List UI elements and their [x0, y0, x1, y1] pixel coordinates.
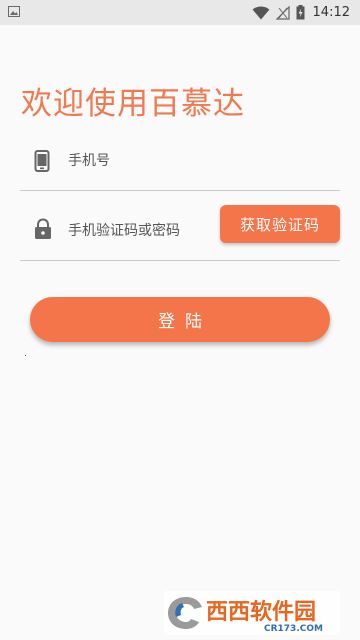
watermark-url-text: CR173.COM [264, 624, 323, 634]
status-time: 14:12 [312, 5, 350, 20]
code-field-row: 获取验证码 [20, 200, 340, 261]
svg-text:西西软件园: 西西软件园 [206, 599, 316, 625]
stray-dot [25, 355, 26, 356]
svg-text:CR173.COM: CR173.COM [264, 624, 323, 634]
image-notification-icon [8, 6, 20, 17]
status-icons: 14:12 [252, 0, 350, 25]
watermark-logo: 西西软件园 CR173.COM [164, 591, 340, 635]
watermark-brand-text: 西西软件园 [206, 599, 316, 625]
lock-icon [35, 218, 51, 239]
phone-field-row [20, 136, 340, 191]
page-title: 欢迎使用百慕达 [21, 86, 245, 122]
phone-icon [34, 150, 50, 172]
login-button[interactable]: 登陆 [30, 297, 330, 342]
phone-input[interactable] [68, 150, 328, 172]
get-code-button[interactable]: 获取验证码 [220, 205, 340, 243]
signal-icon [275, 5, 290, 20]
wifi-icon [252, 5, 269, 19]
code-input[interactable] [68, 220, 218, 242]
battery-icon [296, 5, 305, 20]
status-bar: 14:12 [0, 0, 360, 25]
